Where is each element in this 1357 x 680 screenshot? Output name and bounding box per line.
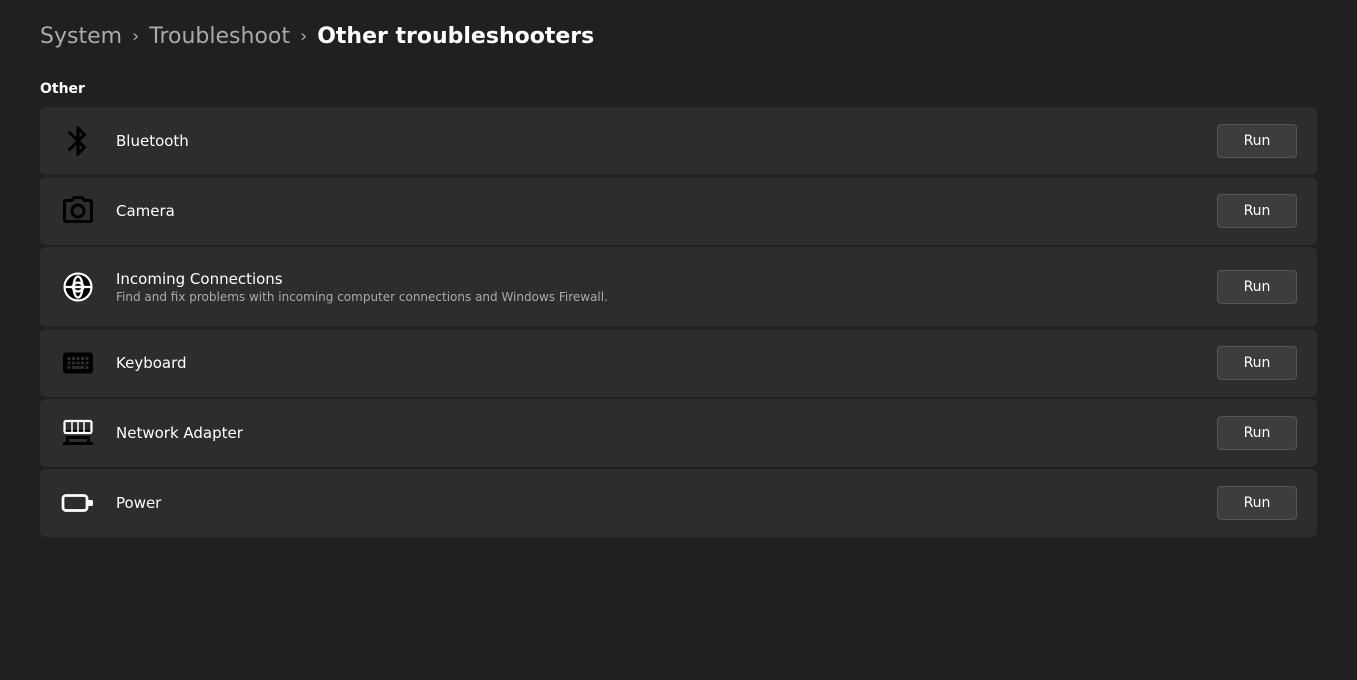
network-adapter-icon (60, 415, 96, 451)
item-left-incoming-connections: Incoming Connections Find and fix proble… (60, 269, 608, 305)
run-button-network-adapter[interactable]: Run (1217, 416, 1297, 450)
item-text-power: Power (116, 494, 161, 512)
run-button-keyboard[interactable]: Run (1217, 346, 1297, 380)
item-text-bluetooth: Bluetooth (116, 132, 189, 150)
breadcrumb-system[interactable]: System (40, 24, 122, 49)
item-text-camera: Camera (116, 202, 175, 220)
item-left-network-adapter: Network Adapter (60, 415, 243, 451)
item-title-incoming-connections: Incoming Connections (116, 270, 608, 288)
run-button-power[interactable]: Run (1217, 486, 1297, 520)
connections-icon (60, 269, 96, 305)
item-title-network-adapter: Network Adapter (116, 424, 243, 442)
troubleshooter-item-network-adapter: Network Adapter Run (40, 399, 1317, 467)
item-text-keyboard: Keyboard (116, 354, 187, 372)
item-left-power: Power (60, 485, 161, 521)
troubleshooter-item-camera: Camera Run (40, 177, 1317, 245)
item-title-power: Power (116, 494, 161, 512)
item-title-camera: Camera (116, 202, 175, 220)
breadcrumb-separator-2: › (300, 26, 307, 47)
breadcrumb-troubleshoot[interactable]: Troubleshoot (149, 24, 290, 49)
breadcrumb-current: Other troubleshooters (317, 24, 594, 49)
item-left-camera: Camera (60, 193, 175, 229)
item-title-keyboard: Keyboard (116, 354, 187, 372)
run-button-bluetooth[interactable]: Run (1217, 124, 1297, 158)
bluetooth-icon (60, 123, 96, 159)
keyboard-icon (60, 345, 96, 381)
run-button-camera[interactable]: Run (1217, 194, 1297, 228)
section-label: Other (40, 81, 1317, 97)
troubleshooter-item-bluetooth: Bluetooth Run (40, 107, 1317, 175)
power-icon (60, 485, 96, 521)
item-left-keyboard: Keyboard (60, 345, 187, 381)
troubleshooter-item-incoming-connections: Incoming Connections Find and fix proble… (40, 247, 1317, 327)
item-left-bluetooth: Bluetooth (60, 123, 189, 159)
troubleshooter-item-power: Power Run (40, 469, 1317, 537)
item-text-incoming-connections: Incoming Connections Find and fix proble… (116, 270, 608, 304)
breadcrumb-separator-1: › (132, 26, 139, 47)
run-button-incoming-connections[interactable]: Run (1217, 270, 1297, 304)
item-description-incoming-connections: Find and fix problems with incoming comp… (116, 290, 608, 304)
item-title-bluetooth: Bluetooth (116, 132, 189, 150)
item-text-network-adapter: Network Adapter (116, 424, 243, 442)
troubleshooter-item-keyboard: Keyboard Run (40, 329, 1317, 397)
camera-icon (60, 193, 96, 229)
troubleshooter-list: Bluetooth Run Camera Run (40, 107, 1317, 537)
breadcrumb: System › Troubleshoot › Other troublesho… (40, 24, 1317, 49)
